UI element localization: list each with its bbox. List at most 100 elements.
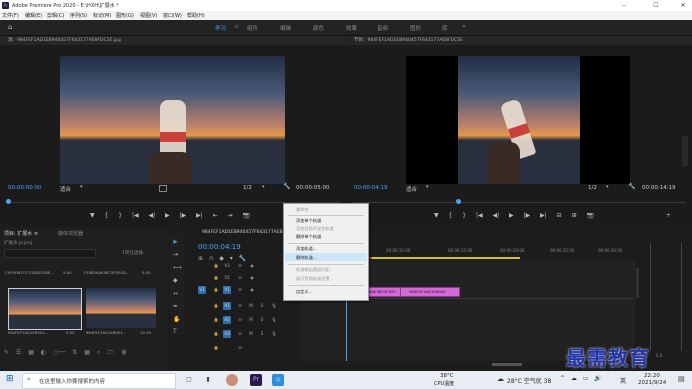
microphone-icon[interactable]: 🎙 <box>270 302 278 310</box>
menu-sequence[interactable]: 序列(S) <box>70 12 87 19</box>
menu-item-add-single-track[interactable]: 添加单个轨道 <box>296 218 321 224</box>
project-tab[interactable]: 项目: 扩展水 ≡ <box>4 230 38 237</box>
lock-icon[interactable]: 🔒 <box>212 330 220 338</box>
menu-graphics[interactable]: 图形(G) <box>116 12 134 19</box>
work-area-bar[interactable] <box>370 257 520 259</box>
premiere-taskbar-icon[interactable]: Pr <box>250 374 262 386</box>
sync-lock-icon[interactable]: ⊟ <box>236 344 244 352</box>
project-toolbar[interactable]: ✎ ☰ ▦ ◐ ○── ⇅ ▦ ⌕ 🗁 🗑 <box>4 348 127 358</box>
timeline-clip[interactable]: 984FEF1AD1EB940 <box>400 287 460 297</box>
workspace-graphics[interactable]: 图形 <box>410 24 421 32</box>
menu-item-delete-tracks[interactable]: 删除轨道... <box>296 255 317 261</box>
lock-icon[interactable]: 🔒 <box>212 274 220 282</box>
lock-icon[interactable]: 🔒 <box>212 344 220 352</box>
program-playhead[interactable] <box>456 199 461 204</box>
home-icon[interactable]: ⌂ <box>8 23 12 31</box>
program-timecode-left[interactable]: 00:00:04:19 <box>354 185 388 191</box>
safe-margins-icon[interactable] <box>159 185 167 192</box>
mute-button[interactable]: M <box>247 302 255 310</box>
hand-icon[interactable]: ✋ <box>173 316 180 323</box>
track-select-icon[interactable]: ⇥ <box>173 251 178 258</box>
weather-text[interactable]: 28°C 空气优 38 <box>507 376 551 385</box>
menu-file[interactable]: 文件(F) <box>2 12 19 19</box>
ime-indicator[interactable]: 英 <box>620 376 626 385</box>
sync-lock-icon[interactable]: ⊟ <box>236 302 244 310</box>
menu-clip[interactable]: 剪辑(C) <box>47 12 64 19</box>
timeline-vscroll[interactable] <box>636 268 639 298</box>
menu-marker[interactable]: 标记(M) <box>93 12 111 19</box>
track-label-a3[interactable]: A3 <box>223 330 231 338</box>
folder-app-icon[interactable]: ▮ <box>202 374 214 386</box>
source-timecode-left[interactable]: 00:00:00:00 <box>8 185 42 191</box>
chevron-down-icon[interactable]: ▾ <box>262 184 265 190</box>
solo-button[interactable]: S <box>258 302 266 310</box>
add-button-icon[interactable]: + <box>666 212 671 219</box>
timeline-hscroll[interactable] <box>492 363 522 366</box>
chevron-down-icon[interactable]: ▾ <box>606 184 609 190</box>
clock-time[interactable]: 22:20 <box>644 373 660 379</box>
menu-edit[interactable]: 编辑(E) <box>25 12 42 19</box>
workspace-more-icon[interactable]: » <box>462 23 466 30</box>
timeline-timecode[interactable]: 00:00:04:19 <box>198 243 241 251</box>
wrench-icon[interactable]: 🔧 <box>628 183 635 190</box>
media-browser-tab[interactable]: 媒体浏览器 <box>58 230 83 237</box>
program-scale-select[interactable]: 1/2 <box>588 185 597 191</box>
menu-item-add-tracks[interactable]: 添加轨道... <box>296 246 317 252</box>
track-label-v2[interactable]: V2 <box>223 274 231 282</box>
workspace-assembly[interactable]: 组件 <box>247 24 258 32</box>
workspace-learn[interactable]: 学习 <box>215 24 226 32</box>
microphone-icon[interactable]: 🎙 <box>270 330 278 338</box>
menu-item-audio-track-settings[interactable]: 展开音频轨道设置... <box>296 276 334 282</box>
track-label-a2[interactable]: A2 <box>223 316 231 324</box>
sync-lock-icon[interactable]: ⊟ <box>236 286 244 294</box>
source-playhead[interactable] <box>6 199 11 204</box>
source-scale-select[interactable]: 1/2 <box>243 185 252 191</box>
minimize-button[interactable]: – <box>617 1 631 10</box>
track-label-v1[interactable]: V1 <box>223 286 231 294</box>
slip-icon[interactable]: ↔ <box>173 290 178 297</box>
lock-icon[interactable]: 🔒 <box>212 316 220 324</box>
mute-button[interactable]: M <box>247 330 255 338</box>
notification-icon[interactable]: ▤ <box>678 375 685 383</box>
workspace-editing[interactable]: 编辑 <box>280 24 291 32</box>
ripple-edit-icon[interactable]: ⟷ <box>173 264 182 271</box>
program-monitor-tab[interactable]: 节目：984FEF1AD1EB940457F643177AE8FDC5E <box>346 36 692 45</box>
sync-lock-icon[interactable]: ⊟ <box>236 274 244 282</box>
wrench-icon[interactable]: 🔧 <box>283 183 290 190</box>
menu-help[interactable]: 帮助(H) <box>187 12 205 19</box>
workspace-color[interactable]: 颜色 <box>313 24 324 32</box>
menu-window[interactable]: 窗口(W) <box>163 12 182 19</box>
project-item-thumb[interactable] <box>86 288 156 328</box>
workspace-libraries[interactable]: 库 <box>442 24 448 32</box>
lock-icon[interactable]: 🔒 <box>212 262 220 270</box>
source-transport-controls[interactable]: ▼ { } |◀ ◀| ▶ |▶ ▶| ⇤ ⇥ 📷 <box>90 212 250 219</box>
mute-button[interactable]: M <box>247 316 255 324</box>
chevron-down-icon[interactable]: ▾ <box>80 184 83 190</box>
meter-solo-labels[interactable]: S S <box>656 353 662 358</box>
program-scrubber[interactable] <box>352 202 686 203</box>
source-monitor-tab[interactable]: 源：984FEF1AD1EB940457F643177AE8FDC5E.jpg <box>0 36 345 45</box>
program-transport-controls[interactable]: ▼ { } |◀ ◀| ▶ |▶ ▶| ⊟ ⊞ 📷 <box>434 212 594 219</box>
chevron-down-icon[interactable]: ▾ <box>426 184 429 190</box>
eye-icon[interactable]: ◉ <box>248 286 256 294</box>
windows-start-icon[interactable]: ⊞ <box>6 374 14 384</box>
track-label-a1[interactable]: A1 <box>223 302 231 310</box>
workspace-effects[interactable]: 效果 <box>346 24 357 32</box>
lock-icon[interactable]: 🔒 <box>212 286 220 294</box>
menu-item-track-output[interactable]: 轨道输出通道分配... <box>296 267 334 273</box>
project-search-input[interactable] <box>4 249 96 258</box>
track-label-v3[interactable]: V3 <box>223 262 231 270</box>
program-scrollbar[interactable] <box>682 136 688 166</box>
close-button[interactable]: ✕ <box>676 1 690 10</box>
taskbar-search-box[interactable]: ⌕ 在这里输入你要搜索的内容 <box>22 373 176 389</box>
menu-item-delete-single-track[interactable]: 删除单个轨道 <box>296 234 321 240</box>
clock-date[interactable]: 2021/9/24 <box>638 380 666 386</box>
program-fit-select[interactable]: 适合 <box>406 185 417 193</box>
workspace-audio[interactable]: 音频 <box>377 24 388 32</box>
lock-icon[interactable]: 🔒 <box>212 302 220 310</box>
source-fit-select[interactable]: 适合 <box>60 185 71 193</box>
menu-view[interactable]: 视图(V) <box>140 12 157 19</box>
pen-icon[interactable]: ✒ <box>173 303 178 310</box>
eye-icon[interactable]: ◉ <box>248 274 256 282</box>
app-taskbar-icon[interactable]: ◇ <box>272 374 284 386</box>
